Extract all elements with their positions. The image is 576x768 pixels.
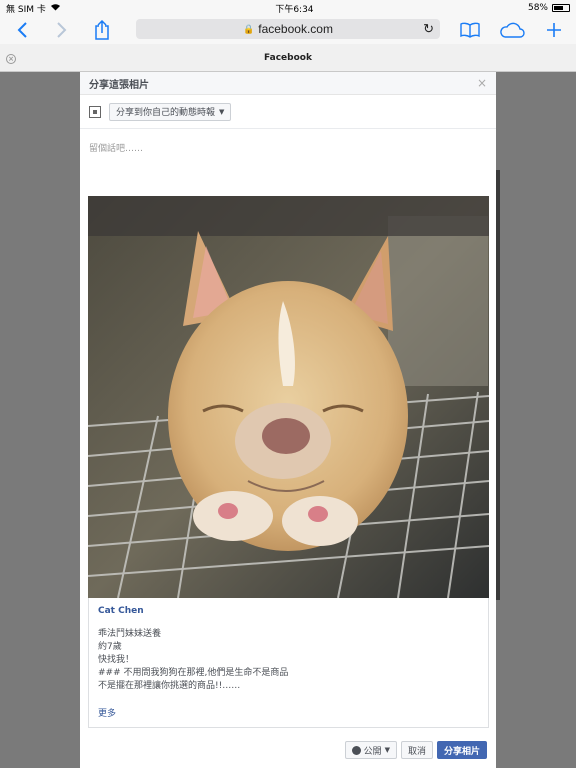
post-line: ### 不用問我狗狗在那裡,他們是生命不是商品 xyxy=(98,668,289,678)
close-icon[interactable]: × xyxy=(477,76,487,90)
cloud-icon[interactable] xyxy=(498,18,526,42)
new-tab-icon[interactable] xyxy=(540,18,568,42)
post-line: 不是擺在那裡讓你挑選的商品!!…… xyxy=(98,681,241,691)
back-icon[interactable] xyxy=(8,18,36,42)
battery-icon xyxy=(552,4,570,12)
post-info: Cat Chen 乖法鬥妹妹送養 約7歲 快找我！ ### 不用問我狗狗在那裡,… xyxy=(88,598,489,728)
chevron-down-icon: ▼ xyxy=(219,107,225,116)
forward-icon[interactable] xyxy=(48,18,76,42)
post-line: 乖法鬥妹妹送養 xyxy=(98,629,162,639)
tab-title[interactable]: Facebook xyxy=(264,53,312,63)
share-target-dropdown[interactable]: 分享到你自己的動態時報 ▼ xyxy=(109,102,232,121)
battery-text: 58% xyxy=(527,3,548,13)
share-target-row: 分享到你自己的動態時報 ▼ xyxy=(80,95,496,129)
lock-icon: 🔒 xyxy=(243,23,255,34)
privacy-label: 公開 xyxy=(363,746,382,757)
status-bar: 無 SIM 卡 下午6:34 58% xyxy=(0,0,576,16)
chevron-down-icon: ▼ xyxy=(384,746,390,754)
privacy-button[interactable]: 公開 ▼ xyxy=(344,741,397,759)
url-text: facebook.com xyxy=(258,22,333,36)
dialog-header: 分享這張相片 × xyxy=(80,72,496,95)
share-target-label: 分享到你自己的動態時報 xyxy=(116,108,216,118)
more-link[interactable]: 更多 xyxy=(98,706,479,719)
wifi-icon xyxy=(50,3,61,14)
dialog-footer: 公開 ▼ 取消 分享相片 xyxy=(80,738,496,762)
dialog-title: 分享這張相片 xyxy=(89,79,149,91)
share-target-icon xyxy=(89,105,101,118)
share-icon[interactable] xyxy=(88,18,116,42)
post-text: 乖法鬥妹妹送養 約7歲 快找我！ ### 不用問我狗狗在那裡,他們是生命不是商品… xyxy=(98,628,479,693)
tab-bar: × Facebook xyxy=(0,44,576,72)
cancel-button[interactable]: 取消 xyxy=(400,741,433,759)
clock-text: 下午6:34 xyxy=(275,4,314,15)
browser-toolbar: 🔒 facebook.com ↻ xyxy=(0,16,576,44)
post-author[interactable]: Cat Chen xyxy=(98,606,479,616)
share-photo-dialog: 分享這張相片 × 分享到你自己的動態時報 ▼ 留個話吧…… Cat Chen 乖… xyxy=(80,72,496,768)
post-line: 約7歲 xyxy=(98,642,122,652)
backdrop-strip xyxy=(496,170,500,600)
shared-photo xyxy=(88,196,489,598)
carrier-text: 無 SIM 卡 xyxy=(6,4,46,15)
post-line: 快找我！ xyxy=(98,655,135,665)
globe-icon xyxy=(351,745,361,755)
address-bar[interactable]: 🔒 facebook.com ↻ xyxy=(136,19,440,39)
comment-placeholder: 留個話吧…… xyxy=(89,144,144,154)
close-tab-icon[interactable]: × xyxy=(6,54,16,64)
share-photo-button[interactable]: 分享相片 xyxy=(436,741,487,759)
bookmarks-icon[interactable] xyxy=(456,18,484,42)
reload-icon[interactable]: ↻ xyxy=(423,21,434,37)
comment-input[interactable]: 留個話吧…… xyxy=(80,129,496,195)
